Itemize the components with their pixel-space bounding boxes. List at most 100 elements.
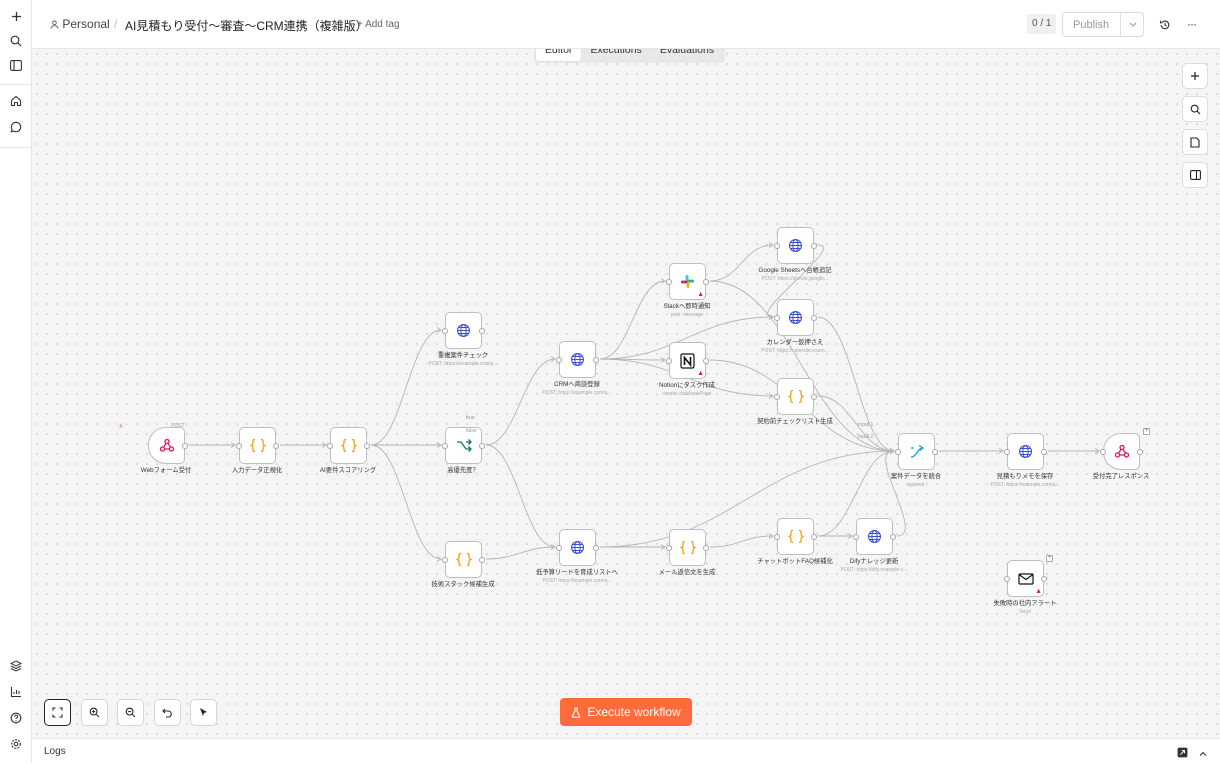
node-tech-stack-candidates[interactable] [442, 541, 485, 578]
workflow-canvas[interactable]: Editor Executions Evaluations Webフォーム受付入… [32, 49, 1220, 738]
node-checklist-gen[interactable] [774, 378, 817, 415]
node-notion-task[interactable]: ▲ [666, 342, 709, 379]
connection-edge[interactable] [485, 358, 556, 446]
publish-button[interactable]: Publish [1062, 12, 1144, 37]
history-icon[interactable] [1159, 18, 1171, 36]
tidy-up-icon[interactable] [190, 699, 217, 726]
connection-edge[interactable] [370, 329, 442, 446]
node-failure-alert[interactable]: ▲ [1004, 560, 1047, 597]
input-handle[interactable] [774, 394, 780, 400]
node-email-reply-gen[interactable] [666, 529, 709, 566]
connection-edge[interactable] [599, 280, 666, 360]
zoom-out-icon[interactable] [117, 699, 144, 726]
input-handle[interactable] [1004, 449, 1010, 455]
connection-edge[interactable] [370, 444, 442, 560]
input-handle[interactable] [774, 315, 780, 321]
input-handle[interactable] [666, 545, 672, 551]
output-handle[interactable] [479, 328, 485, 334]
execute-workflow-button[interactable]: Execute workflow [560, 698, 692, 726]
node-crm-register[interactable] [556, 341, 599, 378]
templates-icon[interactable] [6, 656, 26, 676]
node-respond-complete[interactable] [1100, 433, 1143, 470]
output-handle[interactable] [364, 443, 370, 449]
output-handle[interactable] [811, 315, 817, 321]
node-web-form-trigger[interactable] [148, 427, 188, 464]
fit-view-icon[interactable] [44, 699, 71, 726]
panel-toggle-icon[interactable] [6, 55, 26, 75]
more-options-icon[interactable]: ··· [1187, 17, 1197, 31]
pop-out-icon[interactable] [1177, 745, 1188, 763]
breadcrumb-owner[interactable]: Personal [50, 17, 110, 31]
output-handle[interactable] [703, 358, 709, 364]
connection-edge[interactable] [599, 450, 895, 548]
input-handle[interactable] [666, 279, 672, 285]
input-handle[interactable] [774, 243, 780, 249]
node-dify-update[interactable] [853, 518, 896, 555]
output-handle[interactable] [479, 443, 485, 449]
input-handle[interactable] [556, 545, 562, 551]
node-save-memo[interactable] [1004, 433, 1047, 470]
output-handle[interactable] [1137, 449, 1143, 455]
input-handle[interactable] [774, 534, 780, 540]
connection-edge[interactable] [709, 535, 774, 548]
input-handle[interactable] [853, 534, 859, 540]
output-handle[interactable] [593, 545, 599, 551]
workflow-title[interactable]: AI見積もり受付〜審査〜CRM連携（複雑版） [125, 17, 368, 34]
undo-icon[interactable] [154, 699, 181, 726]
node-label: CRMへ商談登録 [554, 381, 600, 388]
input-handle[interactable] [442, 557, 448, 563]
insights-chart-icon[interactable] [6, 682, 26, 702]
output-handle[interactable] [703, 545, 709, 551]
node-merge-data[interactable] [895, 433, 938, 470]
node-ai-scoring[interactable] [327, 427, 370, 464]
input-handle[interactable] [327, 443, 333, 449]
node-google-sheets-append[interactable] [774, 227, 817, 264]
output-handle[interactable] [593, 357, 599, 363]
output-handle[interactable] [273, 443, 279, 449]
connection-edge[interactable] [485, 444, 556, 548]
side-panel-icon[interactable] [1182, 162, 1208, 188]
node-calendar-hold[interactable] [774, 299, 817, 336]
input-handle[interactable] [1004, 576, 1010, 582]
node-faq-candidates[interactable] [774, 518, 817, 555]
chevron-up-icon[interactable] [1198, 746, 1208, 764]
search-icon[interactable] [6, 31, 26, 51]
input-handle[interactable] [1100, 449, 1106, 455]
output-handle[interactable] [811, 243, 817, 249]
input-handle[interactable] [556, 357, 562, 363]
output-handle[interactable] [932, 449, 938, 455]
node-slack-notify[interactable]: ▲ [666, 263, 709, 300]
input-handle[interactable] [895, 449, 901, 455]
logs-panel-bar[interactable]: Logs [32, 738, 1220, 763]
home-icon[interactable] [6, 91, 26, 111]
node-nurture-list[interactable] [556, 529, 599, 566]
input-handle[interactable] [666, 358, 672, 364]
settings-gear-icon[interactable] [6, 734, 26, 754]
output-handle[interactable] [890, 534, 896, 540]
output-handle[interactable] [182, 443, 188, 449]
output-handle[interactable] [811, 534, 817, 540]
output-handle[interactable] [479, 557, 485, 563]
publish-dropdown[interactable] [1120, 13, 1144, 36]
search-nodes-icon[interactable] [1182, 96, 1208, 122]
sticky-note-icon[interactable] [1182, 129, 1208, 155]
add-next-node-button[interactable]: + [1143, 428, 1150, 435]
add-next-node-button-alert[interactable]: + [1046, 555, 1053, 562]
node-normalize-input[interactable] [236, 427, 279, 464]
output-handle[interactable] [811, 394, 817, 400]
output-handle[interactable] [703, 279, 709, 285]
chat-icon[interactable] [6, 117, 26, 137]
input-handle[interactable] [442, 328, 448, 334]
add-node-button[interactable] [1182, 63, 1208, 89]
zoom-in-icon[interactable] [81, 699, 108, 726]
output-handle[interactable] [1041, 449, 1047, 455]
add-tag-button[interactable]: + Add tag [357, 19, 400, 30]
plus-icon[interactable] [6, 6, 26, 26]
input-handle[interactable] [236, 443, 242, 449]
connection-edge[interactable] [485, 546, 556, 560]
input-handle[interactable] [442, 443, 448, 449]
node-duplicate-check[interactable] [442, 312, 485, 349]
output-handle[interactable] [1041, 576, 1047, 582]
help-icon[interactable] [6, 708, 26, 728]
connection-edge[interactable] [817, 316, 895, 452]
